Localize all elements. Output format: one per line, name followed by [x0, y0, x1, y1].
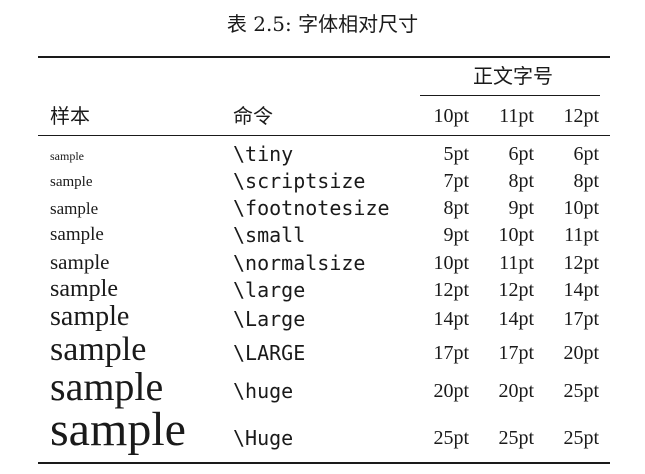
row-normalsize-12pt: 12pt — [563, 252, 599, 274]
row-large-10pt: 12pt — [433, 279, 469, 301]
group-header: 正文字号 — [473, 64, 553, 88]
row-scriptsize-sample: sample — [50, 174, 93, 190]
row-large-12pt: 14pt — [563, 279, 599, 301]
row-small-sample: sample — [50, 224, 104, 245]
row-Huge-12pt: 25pt — [563, 427, 599, 449]
row-normalsize-command: \normalsize — [233, 251, 366, 275]
header-size-11pt: 11pt — [499, 105, 534, 127]
header-size-10pt: 10pt — [433, 105, 469, 127]
header-command: 命令 — [233, 104, 273, 128]
row-scriptsize-12pt: 8pt — [573, 170, 599, 192]
mid-rule — [38, 135, 610, 136]
row-LARGE-11pt: 17pt — [498, 342, 534, 364]
row-Huge-11pt: 25pt — [498, 427, 534, 449]
row-huge-11pt: 20pt — [498, 380, 534, 402]
row-Large-12pt: 17pt — [563, 308, 599, 330]
row-footnotesize-10pt: 8pt — [443, 197, 469, 219]
row-large-11pt: 12pt — [498, 279, 534, 301]
row-small-10pt: 9pt — [443, 224, 469, 246]
top-rule — [38, 56, 610, 58]
row-footnotesize-11pt: 9pt — [508, 197, 534, 219]
row-Large-10pt: 14pt — [433, 308, 469, 330]
row-Huge-command: \Huge — [233, 426, 294, 450]
row-huge-10pt: 20pt — [433, 380, 469, 402]
row-scriptsize-command: \scriptsize — [233, 169, 366, 193]
row-Large-command: \Large — [233, 307, 306, 331]
row-footnotesize-sample: sample — [50, 199, 99, 218]
row-normalsize-sample: sample — [50, 250, 110, 274]
row-tiny-command: \tiny — [233, 142, 294, 166]
row-Large-sample: sample — [50, 301, 130, 332]
row-huge-12pt: 25pt — [563, 380, 599, 402]
row-footnotesize-command: \footnotesize — [233, 196, 390, 220]
row-Huge-sample: sample — [50, 403, 186, 456]
row-LARGE-10pt: 17pt — [433, 342, 469, 364]
row-tiny-10pt: 5pt — [443, 143, 469, 165]
row-small-12pt: 11pt — [564, 224, 599, 246]
row-Huge-10pt: 25pt — [433, 427, 469, 449]
row-normalsize-11pt: 11pt — [499, 252, 534, 274]
row-tiny-11pt: 6pt — [508, 143, 534, 165]
row-normalsize-10pt: 10pt — [433, 252, 469, 274]
row-footnotesize-12pt: 10pt — [563, 197, 599, 219]
header-sample: 样本 — [50, 104, 90, 128]
row-LARGE-12pt: 20pt — [563, 342, 599, 364]
row-small-command: \small — [233, 223, 306, 247]
bottom-rule — [38, 462, 610, 464]
row-huge-command: \huge — [233, 379, 294, 403]
group-rule — [420, 95, 600, 96]
row-tiny-sample: sample — [50, 149, 84, 163]
row-scriptsize-10pt: 7pt — [443, 170, 469, 192]
row-Large-11pt: 14pt — [498, 308, 534, 330]
header-size-12pt: 12pt — [563, 105, 599, 127]
row-LARGE-command: \LARGE — [233, 341, 306, 365]
table-caption: 表 2.5: 字体相对尺寸 — [226, 12, 419, 36]
row-tiny-12pt: 6pt — [573, 143, 599, 165]
row-small-11pt: 10pt — [498, 224, 534, 246]
row-scriptsize-11pt: 8pt — [508, 170, 534, 192]
row-large-command: \large — [233, 278, 306, 302]
